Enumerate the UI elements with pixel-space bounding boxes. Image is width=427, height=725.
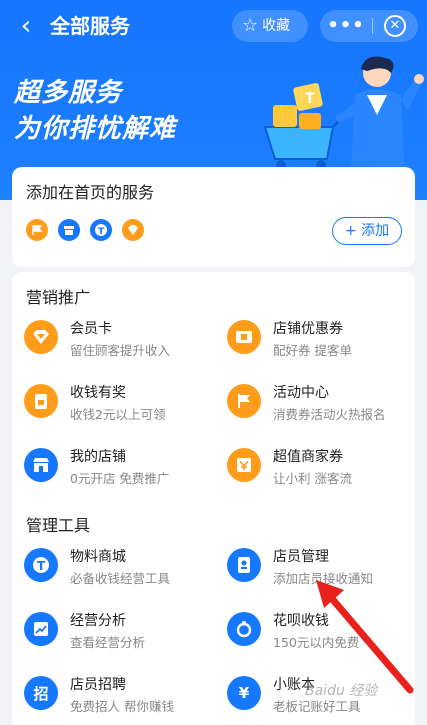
service-desc: 消费券活动火热报名 [273, 407, 386, 422]
back-button[interactable]: ‹ [12, 10, 40, 42]
service-name: 活动中心 [273, 385, 329, 401]
service-desc: 查看经营分析 [70, 635, 146, 650]
recruit-icon: 招 [24, 676, 58, 710]
service-name: 我的店铺 [70, 449, 126, 465]
service-name: 店员招聘 [70, 677, 126, 693]
service-desc: 免费招人 帮你赚钱 [70, 699, 174, 714]
service-name: 超值商家券 [273, 449, 343, 465]
service-desc: 让小利 涨客流 [273, 471, 352, 486]
diamond-icon [24, 320, 58, 354]
service-desc: 收钱2元以上可领 [70, 407, 166, 422]
watermark: Baidu 经验 [305, 683, 378, 699]
service-item-member-card[interactable]: 会员卡 留住顾客提升收入 [24, 316, 224, 362]
home-services-card: 添加在首页的服务 T + 添加 [12, 167, 415, 267]
huabei-icon [227, 612, 261, 646]
shop-icon [24, 448, 58, 482]
recruit-glyph: 招 [33, 684, 49, 703]
ledger-glyph: ¥ [238, 684, 250, 702]
mini-program-capsule: ••• ✕ [320, 10, 418, 42]
service-item-store-coupon[interactable]: 店铺优惠券 配好券 提客单 [227, 316, 427, 362]
t-coin-icon[interactable]: T [90, 219, 112, 241]
service-desc: 留住顾客提升收入 [70, 343, 171, 358]
service-item-activity-center[interactable]: 活动中心 消费券活动火热报名 [227, 380, 427, 426]
favorite-label: 收藏 [262, 18, 291, 34]
service-item-staff-recruitment[interactable]: 招 店员招聘 免费招人 帮你赚钱 [24, 672, 224, 718]
staff-card-icon [227, 548, 261, 582]
service-item-my-store[interactable]: 我的店铺 0元开店 免费推广 [24, 444, 224, 490]
chevron-left-icon: ‹ [20, 11, 32, 41]
service-name: 收钱有奖 [70, 385, 126, 401]
add-service-button[interactable]: + 添加 [332, 217, 402, 245]
service-name: 店员管理 [273, 549, 329, 565]
svg-text:T: T [305, 91, 315, 107]
service-desc: 配好券 提客单 [273, 343, 352, 358]
service-item-merchant-voucher[interactable]: 超值商家券 让小利 涨客流 [227, 444, 427, 490]
diamond-icon[interactable] [122, 219, 144, 241]
service-desc: 0元开店 免费推广 [70, 471, 170, 486]
service-desc: 必备收钱经营工具 [70, 571, 171, 586]
merchant-illustration: T [263, 56, 424, 175]
section-title-tools: 管理工具 [26, 516, 91, 535]
ledger-icon: ¥ [227, 676, 261, 710]
service-name: 物料商城 [70, 549, 126, 565]
home-services-icons: T [26, 219, 144, 241]
chart-icon [24, 612, 58, 646]
banner-slogan-line2: 为你排忧解难 [14, 114, 177, 144]
service-name: 经营分析 [70, 613, 126, 629]
coupon-icon [227, 320, 261, 354]
flag-icon[interactable] [26, 219, 48, 241]
gift-icon [24, 384, 58, 418]
circle-close-icon: ✕ [384, 15, 406, 37]
favorite-button[interactable]: ☆ 收藏 [232, 10, 308, 42]
shop-icon[interactable] [58, 219, 80, 241]
flag-icon [227, 384, 261, 418]
t-coin-icon: T [24, 548, 58, 582]
service-item-payment-reward[interactable]: 收钱有奖 收钱2元以上可领 [24, 380, 224, 426]
banner-slogan-line1: 超多服务 [14, 78, 123, 108]
voucher-icon [227, 448, 261, 482]
svg-text:T: T [98, 227, 105, 237]
top-bar: ‹ 全部服务 ☆ 收藏 ••• ✕ [0, 0, 427, 52]
page-title: 全部服务 [50, 14, 130, 38]
service-name: 店铺优惠券 [273, 321, 343, 337]
ellipsis-icon: ••• [327, 15, 365, 36]
svg-text:T: T [37, 559, 46, 573]
home-services-title: 添加在首页的服务 [26, 183, 155, 202]
section-title-marketing: 营销推广 [26, 288, 91, 307]
star-icon: ☆ [242, 15, 259, 36]
more-button[interactable]: ••• [320, 10, 372, 42]
service-item-material-mall[interactable]: T 物料商城 必备收钱经营工具 [24, 544, 224, 590]
service-item-business-analysis[interactable]: 经营分析 查看经营分析 [24, 608, 224, 654]
close-button[interactable]: ✕ [373, 15, 417, 37]
service-name: 会员卡 [70, 321, 112, 337]
